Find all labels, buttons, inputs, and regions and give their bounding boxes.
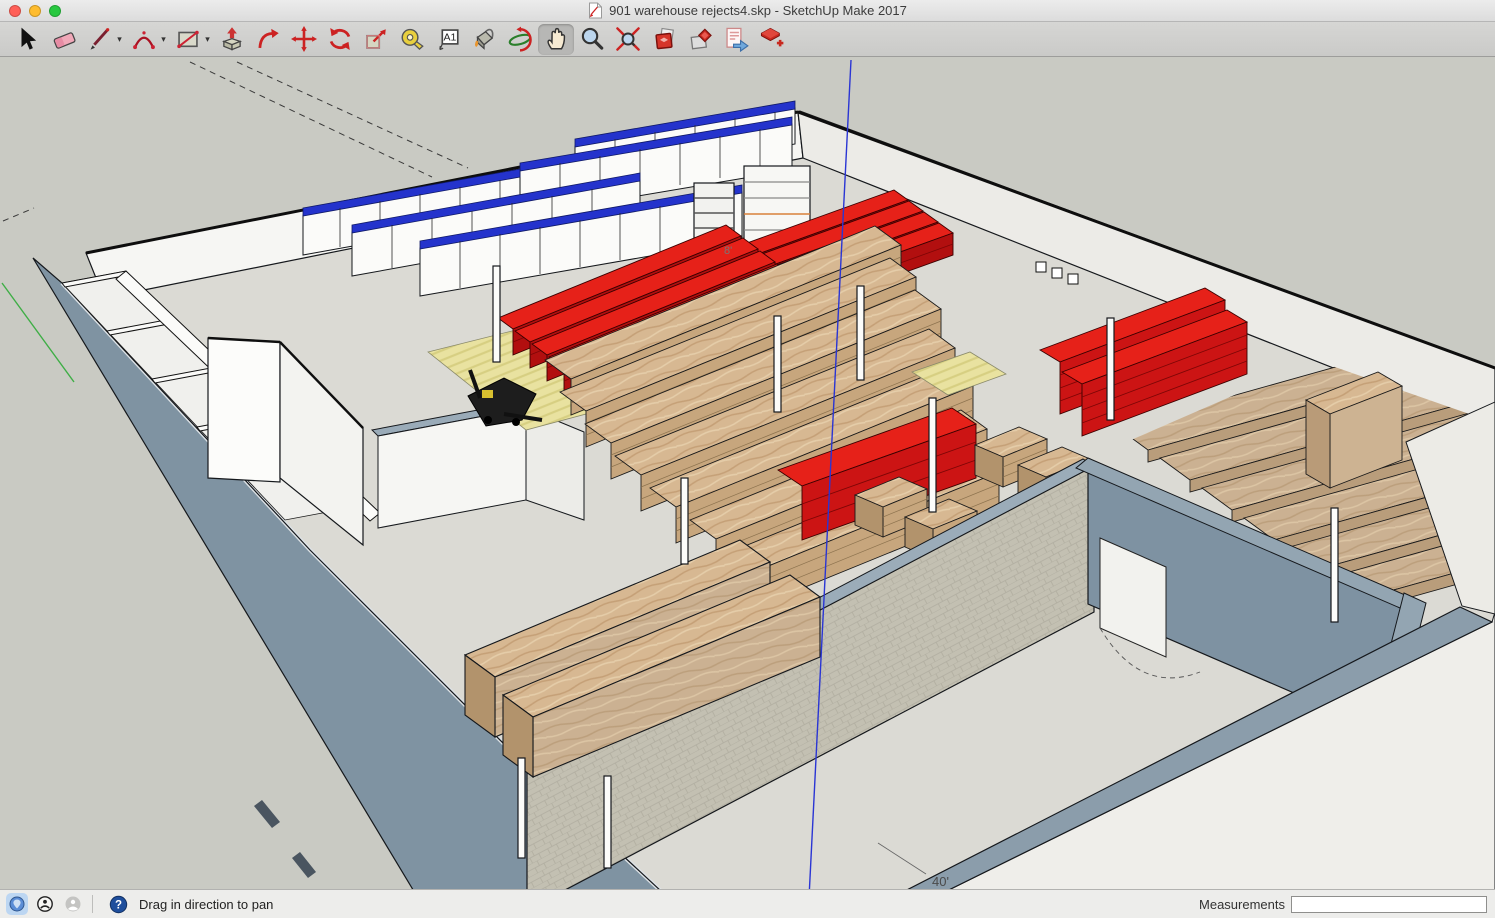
scale-tool-button[interactable] (358, 24, 394, 55)
extension-warehouse-icon (759, 26, 785, 52)
rotate-icon (327, 26, 353, 52)
arc-tool-button[interactable] (126, 24, 162, 55)
text-tool-button[interactable]: A1 (430, 24, 466, 55)
follow-me-tool-button[interactable] (250, 24, 286, 55)
pan-tool-button[interactable] (538, 24, 574, 55)
dropdown-arrow-icon[interactable]: ▾ (158, 34, 169, 45)
model-viewport[interactable]: 40' 8' (0, 57, 1495, 889)
follow-me-icon (255, 26, 281, 52)
orbit-icon (507, 26, 533, 52)
credits-icon (36, 895, 54, 913)
statusbar-divider (92, 895, 93, 913)
window-titlebar[interactable]: 901 warehouse rejects4.skp - SketchUp Ma… (0, 0, 1495, 22)
tape-measure-tool-button[interactable] (394, 24, 430, 55)
zoom-extents-icon (615, 26, 641, 52)
status-hint-text: Drag in direction to pan (139, 897, 273, 912)
zoom-extents-tool-button[interactable] (610, 24, 646, 55)
status-bar: ? Drag in direction to pan Measurements (0, 889, 1495, 918)
paint-bucket-icon (471, 26, 497, 52)
push-pull-icon (219, 26, 245, 52)
orbit-tool-button[interactable] (502, 24, 538, 55)
svg-text:?: ? (114, 899, 121, 911)
warehouse-model-canvas: 40' 8' (0, 57, 1495, 889)
share-model-button[interactable] (682, 24, 718, 55)
select-arrow-icon (15, 26, 41, 52)
eraser-tool-button[interactable] (46, 24, 82, 55)
close-button[interactable] (9, 5, 21, 17)
send-to-layout-icon (723, 26, 749, 52)
zoom-tool-button[interactable] (574, 24, 610, 55)
window-controls (9, 0, 61, 22)
paint-bucket-tool-button[interactable] (466, 24, 502, 55)
select-tool-button[interactable] (10, 24, 46, 55)
rectangle-icon (175, 26, 201, 52)
tape-measure-icon (399, 26, 425, 52)
get-models-icon (651, 26, 677, 52)
share-model-icon (687, 26, 713, 52)
dropdown-arrow-icon[interactable]: ▾ (114, 34, 125, 45)
measurements-label: Measurements (1199, 897, 1285, 912)
pan-hand-icon (543, 26, 569, 52)
document-icon (588, 2, 603, 19)
sketchup-window: 901 warehouse rejects4.skp - SketchUp Ma… (0, 0, 1495, 918)
help-button[interactable]: ? (107, 893, 129, 915)
svg-text:A1: A1 (443, 32, 456, 44)
arc-icon (131, 26, 157, 52)
dropdown-arrow-icon[interactable]: ▾ (202, 34, 213, 45)
text-icon: A1 (435, 26, 461, 52)
sign-in-button[interactable] (62, 893, 84, 915)
eraser-icon (51, 26, 77, 52)
line-tool-button[interactable] (82, 24, 118, 55)
geolocation-icon (8, 895, 26, 913)
move-tool-button[interactable] (286, 24, 322, 55)
window-title: 901 warehouse rejects4.skp - SketchUp Ma… (0, 2, 1495, 19)
credits-button[interactable] (34, 893, 56, 915)
push-pull-tool-button[interactable] (214, 24, 250, 55)
help-icon: ? (109, 895, 128, 914)
floor-dimension-label: 40' (932, 874, 949, 889)
geolocation-button[interactable] (6, 893, 28, 915)
fullscreen-button[interactable] (49, 5, 61, 17)
send-to-layout-button[interactable] (718, 24, 754, 55)
measurements-box: Measurements (1199, 890, 1487, 918)
getting-started-toolbar: ▾ ▾ ▾ A1 (0, 22, 1495, 57)
rack-dimension-label: 8' (724, 245, 732, 257)
minimize-button[interactable] (29, 5, 41, 17)
pencil-line-icon (87, 26, 113, 52)
move-icon (291, 26, 317, 52)
shapes-tool-button[interactable] (170, 24, 206, 55)
get-models-button[interactable] (646, 24, 682, 55)
scale-icon (363, 26, 389, 52)
extension-warehouse-button[interactable] (754, 24, 790, 55)
zoom-icon (579, 26, 605, 52)
rotate-tool-button[interactable] (322, 24, 358, 55)
measurements-input[interactable] (1291, 896, 1487, 913)
sign-in-user-icon (64, 895, 82, 913)
